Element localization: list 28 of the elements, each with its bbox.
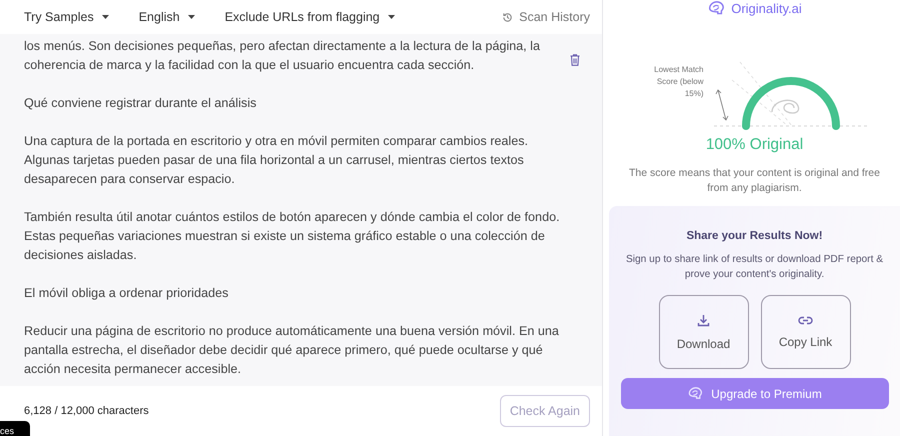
paragraph: los menús. Son decisiones pequeñas, pero afectan directamente a la lectura de la página, la coherencia de marca y la facilidad con la que el usuario encuentra cada sección. [24, 38, 541, 74]
caret-icon [188, 15, 195, 19]
badge: ces [0, 421, 30, 436]
score-text: 100% Original [706, 136, 804, 154]
download-icon [697, 314, 710, 326]
paragraph: También resulta útil anotar cuántos estilos de botón aparecen y dónde cambia el color de fondo. Estas pequeñas variaciones muestran si existe un sistema gráfico estable o una colección de decisiones aisladas. [24, 209, 561, 264]
paragraph: El móvil obliga a ordenar prioridades [24, 285, 230, 302]
dropdown-button[interactable]: Try Samples [24, 10, 109, 24]
paragraph: Qué conviene registrar durante el análisis [24, 95, 258, 112]
caret-icon [102, 15, 109, 19]
gauge-label: Lowest Match Score (below 15%) [653, 64, 704, 100]
paragraph: Reducir una página de escritorio no produce automáticamente una buena versión móvil. En una pantalla estrecha, el diseñador debe decidir qué aparece primero, qué puede ocultarse y qué acción necesita permanecer accesible. [24, 323, 560, 378]
copy-link-button[interactable]: Copy Link [760, 295, 850, 369]
character-count: 6,128 / 12,000 characters [24, 405, 149, 417]
share-title: Share your Results Now! [686, 230, 823, 242]
dropdown-button[interactable]: English [138, 10, 195, 24]
history-icon [502, 12, 514, 22]
trash-icon[interactable] [570, 54, 580, 66]
paragraph: Una captura de la portada en escritorio y otra en móvil permiten comparar cambios reales. Algunas tarjetas pueden pasar de una fila horizontal a un carrusel, mientras ciertos textos desaparecen para conservar espacio. [24, 133, 529, 188]
brand-name: Originality.ai [731, 1, 802, 16]
score-description: The score means that your content is original and free from any plagiarism. [628, 166, 881, 196]
scan-history-button[interactable]: Scan History [502, 10, 590, 24]
text-editor[interactable] [0, 34, 602, 386]
dropdown-button[interactable]: Exclude URLs from flagging [224, 10, 395, 24]
share-text: Sign up to share link of results or download PDF report & prove your content's originality. [624, 253, 884, 282]
link-icon [798, 316, 813, 324]
download-button[interactable]: Download [658, 295, 748, 369]
caret-icon [388, 15, 395, 19]
